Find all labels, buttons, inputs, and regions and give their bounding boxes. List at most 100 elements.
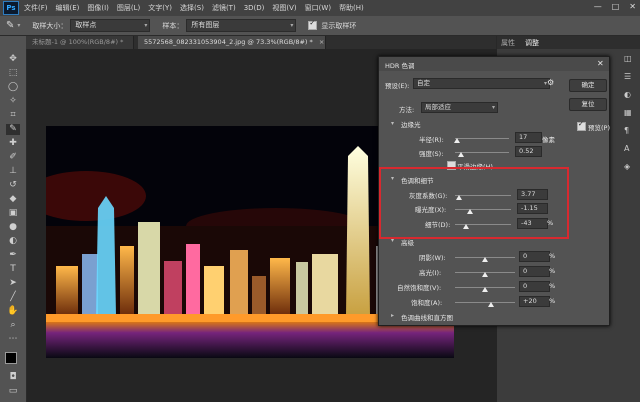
- strength-label: 强度(S):: [419, 150, 444, 158]
- reset-button[interactable]: 复位: [569, 98, 607, 111]
- line-tool-icon[interactable]: ╱: [6, 292, 20, 303]
- dodge-tool-icon[interactable]: ◐: [6, 236, 20, 247]
- menu-edit[interactable]: 编辑(E): [56, 3, 80, 13]
- show-ring-checkbox[interactable]: [308, 19, 318, 30]
- ok-button[interactable]: 确定: [569, 79, 607, 92]
- radius-slider-thumb[interactable]: [453, 138, 460, 143]
- menu-window[interactable]: 窗口(W): [305, 3, 331, 13]
- screen-mode-icon[interactable]: ▭: [6, 386, 20, 397]
- preview-label: 预览(P): [588, 124, 610, 132]
- strength-slider-thumb[interactable]: [458, 152, 465, 157]
- close-icon[interactable]: ×: [319, 38, 324, 46]
- gradient-tool-icon[interactable]: ▣: [6, 208, 20, 219]
- type-tool-icon[interactable]: T: [6, 264, 20, 275]
- quick-select-tool-icon[interactable]: ✧: [6, 96, 20, 107]
- panel-icon-5[interactable]: ¶: [624, 126, 629, 135]
- menu-file[interactable]: 文件(F): [24, 3, 48, 13]
- path-select-tool-icon[interactable]: ➤: [6, 278, 20, 289]
- panel-icon-3[interactable]: ◐: [624, 90, 631, 99]
- chevron-down-icon[interactable]: ▾: [391, 120, 394, 127]
- move-tool-icon[interactable]: ✥: [6, 54, 20, 65]
- minimize-button[interactable]: —: [594, 2, 602, 11]
- tools-panel: ✥ ⬚ ◯ ✧ ⌗ ✎ ✚ ✐ ⊥ ↺ ◆ ▣ ● ◐ ✒ T ➤ ╱ ✋ ⌕ …: [0, 36, 27, 402]
- chevron-right-icon[interactable]: ▸: [391, 312, 394, 319]
- sample-size-label: 取样大小：: [32, 21, 68, 30]
- method-select[interactable]: 局部适应: [421, 102, 498, 113]
- shadow-slider-thumb[interactable]: [482, 257, 488, 262]
- tab-label: 5572568_082331053904_2.jpg @ 73.3%(RGB/8…: [144, 38, 313, 46]
- pen-tool-icon[interactable]: ✒: [6, 250, 20, 261]
- menu-help[interactable]: 帮助(H): [339, 3, 364, 13]
- healing-tool-icon[interactable]: ✚: [6, 138, 20, 149]
- blur-tool-icon[interactable]: ●: [6, 222, 20, 233]
- panel-tabbar: [497, 36, 640, 49]
- show-ring-label: 显示取样环: [321, 21, 357, 30]
- saturation-unit: %: [549, 297, 556, 305]
- more-tools-icon[interactable]: ⋯: [6, 334, 20, 345]
- shadow-unit: %: [549, 252, 556, 260]
- photoshop-logo: Ps: [3, 1, 19, 15]
- brush-tool-icon[interactable]: ✐: [6, 152, 20, 163]
- preset-select[interactable]: 自定: [413, 78, 550, 89]
- panel-icon-6[interactable]: A: [624, 144, 629, 153]
- zoom-tool-icon[interactable]: ⌕: [6, 320, 20, 331]
- panel-icon-4[interactable]: ▦: [624, 108, 632, 117]
- vibrance-unit: %: [549, 282, 556, 290]
- menu-image[interactable]: 图像(I): [87, 3, 109, 13]
- highlight-input[interactable]: 0: [519, 266, 550, 277]
- vibrance-slider-thumb[interactable]: [482, 287, 488, 292]
- preview-checkbox[interactable]: [577, 120, 586, 131]
- highlight-slider-thumb[interactable]: [482, 272, 488, 277]
- panel-icon-1[interactable]: ◫: [624, 54, 632, 63]
- radius-label: 半径(R):: [419, 136, 444, 144]
- tab-active-image[interactable]: 5572568_082331053904_2.jpg @ 73.3%(RGB/8…: [138, 36, 326, 49]
- menu-view[interactable]: 视图(V): [272, 3, 296, 13]
- panel-icon-7[interactable]: ◈: [624, 162, 630, 171]
- menu-filter[interactable]: 滤镜(T): [212, 3, 236, 13]
- curve-histogram-heading[interactable]: 色调曲线和直方图: [401, 312, 453, 322]
- history-brush-icon[interactable]: ↺: [6, 180, 20, 191]
- stamp-tool-icon[interactable]: ⊥: [6, 166, 20, 177]
- marquee-tool-icon[interactable]: ⬚: [6, 68, 20, 79]
- radius-input[interactable]: 17: [515, 132, 542, 143]
- vibrance-input[interactable]: 0: [519, 281, 550, 292]
- preset-gear-icon[interactable]: ⚙: [547, 78, 554, 87]
- dialog-titlebar[interactable]: HDR 色调 ✕: [379, 57, 609, 71]
- eyedropper-tool-icon[interactable]: ✎: [6, 124, 20, 135]
- options-bar: ✎ ▾ 取样大小： 取样点 样本： 所有图层 显示取样环: [0, 16, 640, 36]
- vibrance-label: 自然饱和度(V):: [397, 284, 442, 292]
- foreground-color-swatch[interactable]: [5, 352, 17, 364]
- lasso-tool-icon[interactable]: ◯: [6, 82, 20, 93]
- menu-3d[interactable]: 3D(D): [244, 4, 265, 12]
- chevron-down-icon[interactable]: ▾: [17, 22, 20, 29]
- menu-layer[interactable]: 图层(L): [117, 3, 140, 13]
- quick-mask-icon[interactable]: ◘: [6, 372, 20, 383]
- panel-icon-2[interactable]: ☰: [624, 72, 631, 81]
- menu-select[interactable]: 选择(S): [180, 3, 204, 13]
- dialog-close-icon[interactable]: ✕: [597, 59, 604, 68]
- maximize-button[interactable]: □: [612, 2, 620, 11]
- eyedropper-icon[interactable]: ✎: [6, 20, 14, 31]
- shadow-input[interactable]: 0: [519, 251, 550, 262]
- radius-slider-track[interactable]: [455, 138, 509, 139]
- saturation-slider-thumb[interactable]: [488, 302, 494, 307]
- saturation-slider-track[interactable]: [455, 302, 515, 303]
- method-label: 方法:: [399, 106, 415, 114]
- tab-adjustments[interactable]: 调整: [525, 38, 539, 48]
- strength-input[interactable]: 0.52: [515, 146, 542, 157]
- document-tabs: 未标题-1 @ 100%(RGB/8#) * 5572568_082331053…: [26, 36, 496, 49]
- preset-label: 预设(E):: [385, 82, 410, 90]
- highlight-unit: %: [549, 267, 556, 275]
- hand-tool-icon[interactable]: ✋: [6, 306, 20, 317]
- eraser-tool-icon[interactable]: ◆: [6, 194, 20, 205]
- crop-tool-icon[interactable]: ⌗: [6, 110, 20, 121]
- tab-untitled[interactable]: 未标题-1 @ 100%(RGB/8#) *: [26, 36, 134, 49]
- shadow-label: 阴影(W):: [419, 254, 446, 262]
- tab-properties[interactable]: 属性: [501, 38, 515, 48]
- close-window-button[interactable]: ✕: [629, 2, 636, 11]
- sample-size-select[interactable]: 取样点: [70, 19, 151, 32]
- dialog-title: HDR 色调: [385, 62, 415, 70]
- menu-type[interactable]: 文字(Y): [148, 3, 172, 13]
- saturation-input[interactable]: +20: [519, 296, 550, 307]
- sample-select[interactable]: 所有图层: [186, 19, 297, 32]
